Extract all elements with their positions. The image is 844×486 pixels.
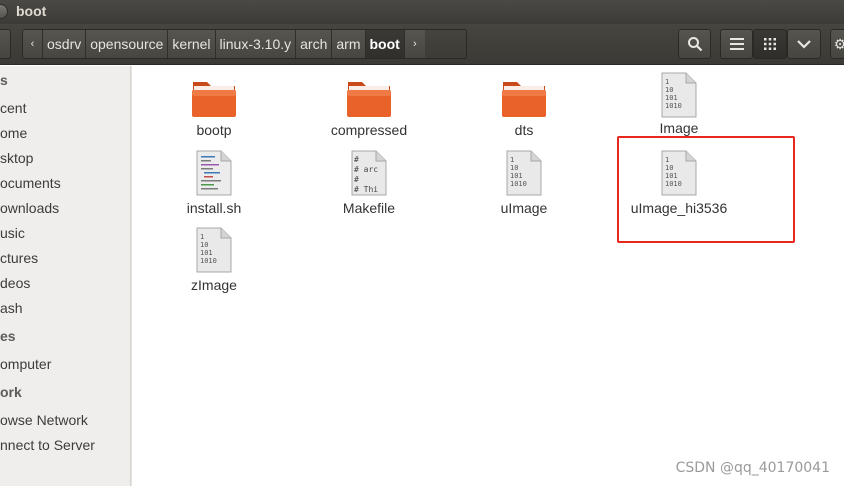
file-name: zImage xyxy=(191,277,237,293)
sidebar-item-desktop[interactable]: sktop xyxy=(0,150,33,166)
toolbar: ‹ osdrv opensource kernel linux-3.10.y a… xyxy=(0,24,844,65)
file-item[interactable]: dts xyxy=(449,78,599,138)
binary-file-icon: 1 10 101 1010 xyxy=(661,72,697,118)
binary-file-icon: 1 10 101 1010 xyxy=(506,150,542,196)
file-name: Image xyxy=(659,120,699,136)
file-name: uImage xyxy=(500,200,548,216)
sidebar-item-videos[interactable]: deos xyxy=(0,275,30,291)
svg-text:1010: 1010 xyxy=(200,257,217,265)
svg-text:101: 101 xyxy=(510,172,523,180)
sidebar-item-trash[interactable]: ash xyxy=(0,300,23,316)
sidebar-item-connect-to-server[interactable]: nnect to Server xyxy=(0,437,95,453)
svg-text:101: 101 xyxy=(200,249,213,257)
sidebar-section-network: ork xyxy=(0,384,22,400)
folder-icon xyxy=(346,78,392,118)
window-title: boot xyxy=(16,3,47,19)
binary-file-icon: 1 10 101 1010 xyxy=(196,227,232,273)
sidebar-item-browse-network[interactable]: owse Network xyxy=(0,412,88,428)
breadcrumb-right-arrow-icon[interactable]: › xyxy=(404,30,425,58)
breadcrumb-osdrv[interactable]: osdrv xyxy=(43,30,87,58)
breadcrumb-left-arrow-icon[interactable]: ‹ xyxy=(23,30,43,58)
file-item[interactable]: 1 10 101 1010 zImage xyxy=(139,227,289,293)
list-view-button[interactable] xyxy=(720,29,753,59)
sidebar-item-music[interactable]: usic xyxy=(0,225,25,241)
breadcrumb-boot[interactable]: boot xyxy=(365,30,405,58)
breadcrumb-kernel[interactable]: kernel xyxy=(168,30,216,58)
file-name: dts xyxy=(514,122,534,138)
svg-text:101: 101 xyxy=(665,94,678,102)
breadcrumb-opensource[interactable]: opensource xyxy=(86,30,169,58)
search-icon xyxy=(687,37,702,52)
svg-text:10: 10 xyxy=(665,86,673,94)
file-name: bootp xyxy=(196,122,232,138)
svg-text:# arc: # arc xyxy=(354,165,378,174)
sidebar: s cent ome sktop ocuments ownloads usic … xyxy=(0,66,131,486)
sidebar-divider[interactable] xyxy=(131,66,132,486)
search-button[interactable] xyxy=(678,29,711,59)
file-name: install.sh xyxy=(186,200,242,216)
svg-text:1: 1 xyxy=(200,233,204,241)
sidebar-item-computer[interactable]: omputer xyxy=(0,356,51,372)
sidebar-section-places: s xyxy=(0,72,8,88)
watermark: CSDN @qq_40170041 xyxy=(675,460,830,476)
file-item[interactable]: install.sh xyxy=(139,150,289,216)
folder-icon xyxy=(191,78,237,118)
svg-text:10: 10 xyxy=(200,241,208,249)
breadcrumb-arm[interactable]: arm xyxy=(332,30,366,58)
window-close-icon[interactable] xyxy=(0,4,8,19)
back-button[interactable] xyxy=(0,29,11,59)
file-name: compressed xyxy=(330,122,408,138)
file-item[interactable]: compressed xyxy=(294,78,444,138)
settings-button[interactable]: ⚙ xyxy=(830,29,844,59)
sidebar-item-recent[interactable]: cent xyxy=(0,100,26,116)
svg-text:1: 1 xyxy=(510,156,514,164)
file-item[interactable]: # # arc # # Thi Makefile xyxy=(294,150,444,216)
svg-text:10: 10 xyxy=(510,164,518,172)
sidebar-item-documents[interactable]: ocuments xyxy=(0,175,61,191)
gear-icon: ⚙ xyxy=(833,35,844,52)
title-bar: boot xyxy=(0,0,844,24)
list-view-icon xyxy=(729,38,744,50)
view-options-button[interactable] xyxy=(787,29,821,59)
makefile-icon: # # arc # # Thi xyxy=(351,150,387,196)
chevron-down-icon xyxy=(797,40,811,49)
sidebar-item-pictures[interactable]: ctures xyxy=(0,250,38,266)
grid-view-button[interactable] xyxy=(753,29,787,59)
file-item[interactable]: 1 10 101 1010 uImage xyxy=(449,150,599,216)
file-item[interactable]: 1 10 101 1010 Image xyxy=(604,72,754,136)
breadcrumb: ‹ osdrv opensource kernel linux-3.10.y a… xyxy=(22,29,467,59)
sidebar-item-downloads[interactable]: ownloads xyxy=(0,200,59,216)
breadcrumb-arch[interactable]: arch xyxy=(296,30,333,58)
sidebar-section-devices: es xyxy=(0,328,16,344)
breadcrumb-linux[interactable]: linux-3.10.y xyxy=(215,30,297,58)
file-name: Makefile xyxy=(342,200,396,216)
highlight-box xyxy=(617,136,795,243)
file-item[interactable]: bootp xyxy=(139,78,289,138)
grid-view-icon xyxy=(764,38,776,50)
svg-text:# Thi: # Thi xyxy=(354,185,378,194)
svg-text:1010: 1010 xyxy=(665,102,682,110)
svg-text:1: 1 xyxy=(665,78,669,86)
svg-text:#: # xyxy=(354,175,359,184)
svg-text:#: # xyxy=(354,155,359,164)
sidebar-item-home[interactable]: ome xyxy=(0,125,27,141)
folder-icon xyxy=(501,78,547,118)
svg-text:1010: 1010 xyxy=(510,180,527,188)
script-file-icon xyxy=(196,150,232,196)
